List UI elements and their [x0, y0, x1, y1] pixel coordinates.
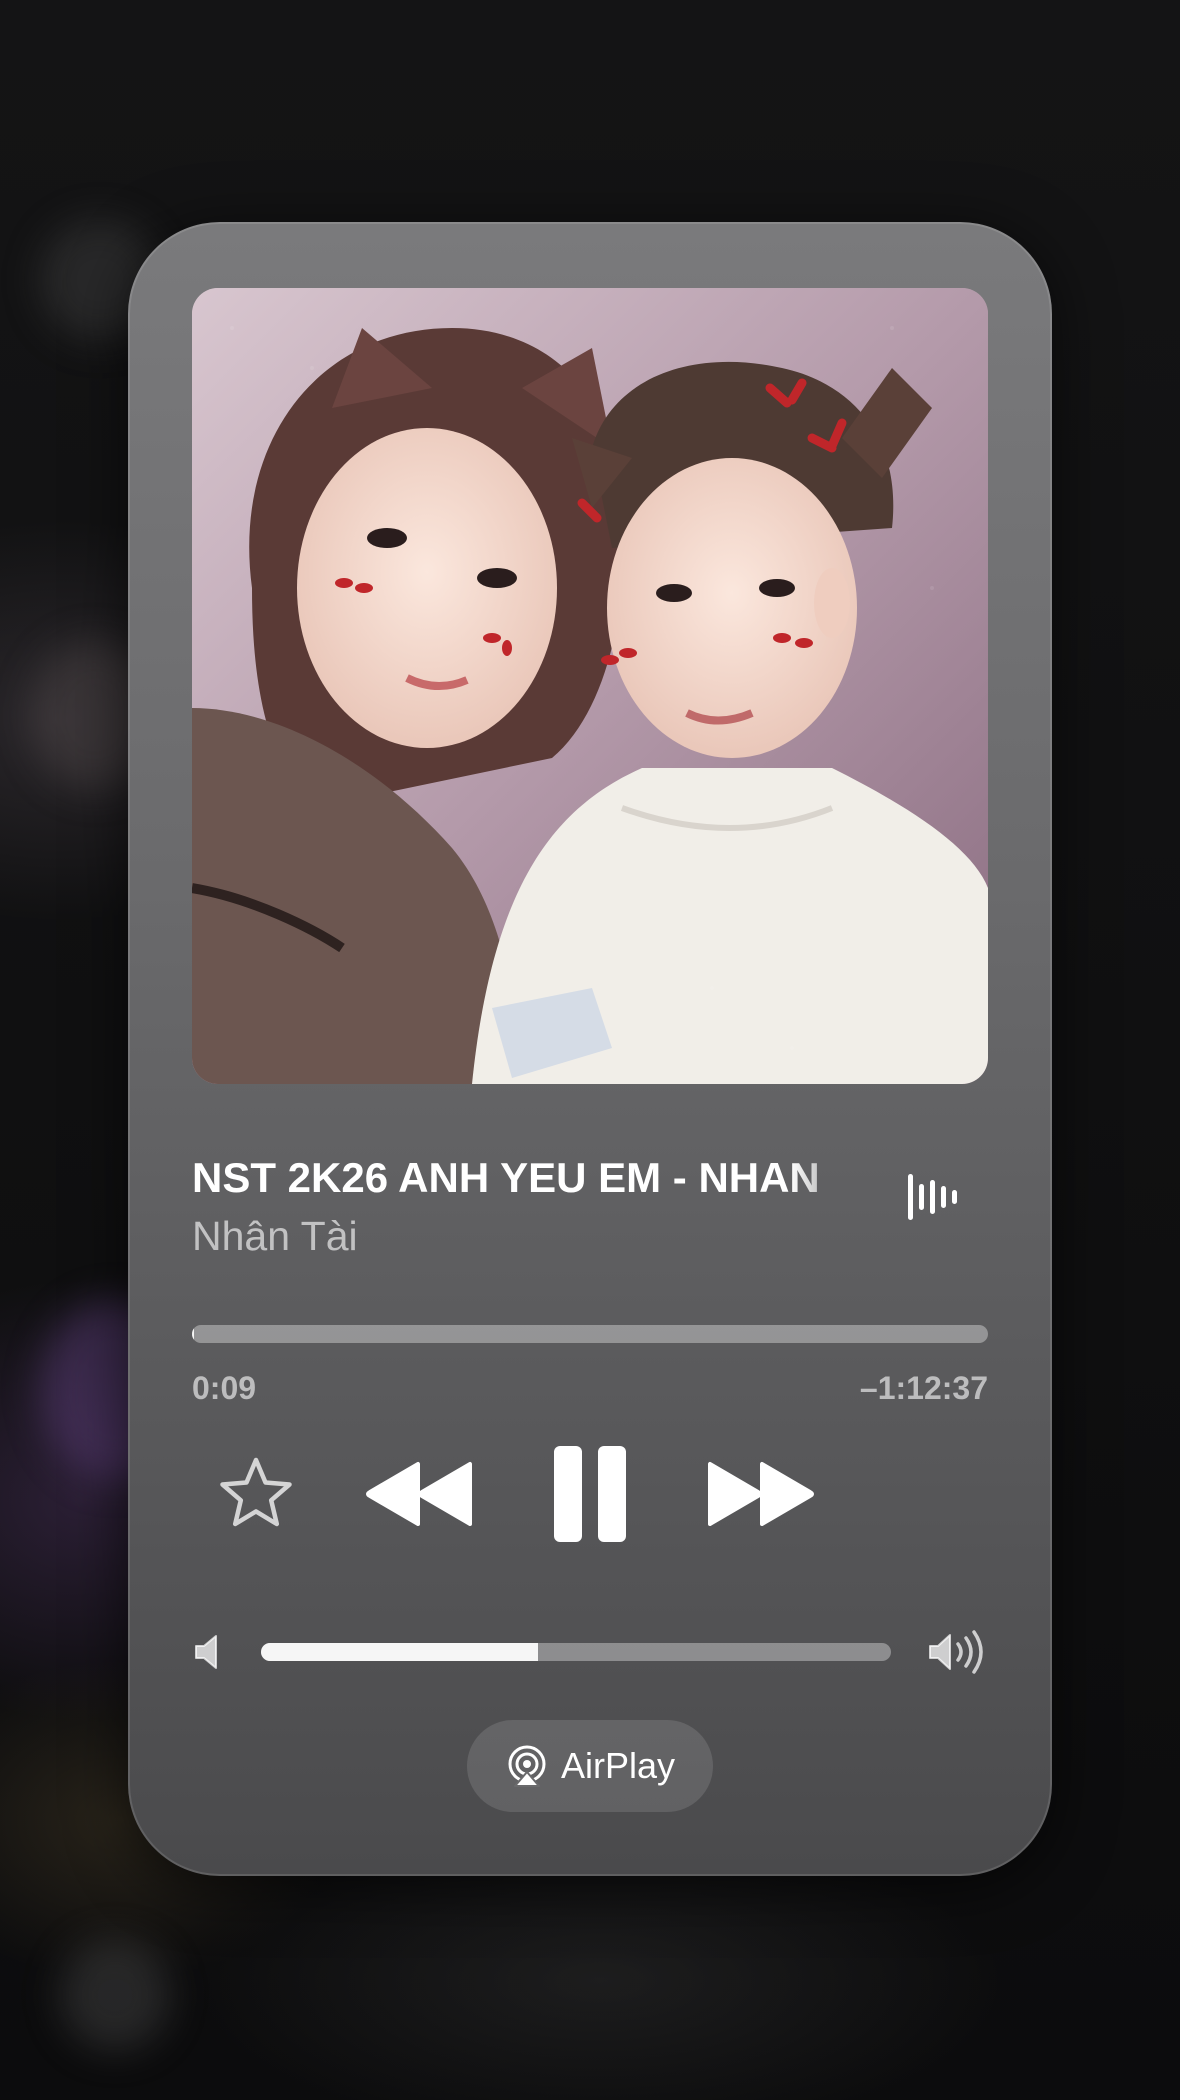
- playback-progress-fill: [192, 1325, 194, 1343]
- speaker-high-icon: [926, 1626, 990, 1678]
- track-artist[interactable]: Nhân Tài: [192, 1210, 358, 1262]
- now-playing-card: NST 2K26 ANH YEU EM - NHAN Nhân Tài 0:09…: [128, 222, 1052, 1876]
- airplay-icon: [508, 1745, 546, 1787]
- fast-forward-icon: [708, 1462, 814, 1526]
- rewind-button[interactable]: [366, 1458, 476, 1530]
- pause-icon: [554, 1446, 626, 1542]
- favorite-star-icon[interactable]: [216, 1454, 296, 1534]
- remaining-time: –1:12:37: [859, 1370, 988, 1406]
- speaker-low-icon: [192, 1630, 232, 1674]
- airplay-label: AirPlay: [560, 1745, 676, 1786]
- volume-slider-fill: [261, 1643, 539, 1661]
- airplay-button[interactable]: AirPlay: [467, 1720, 713, 1812]
- fast-forward-button[interactable]: [704, 1458, 814, 1530]
- album-artwork[interactable]: [192, 288, 988, 1084]
- waveform-icon[interactable]: [900, 1162, 970, 1232]
- volume-slider[interactable]: [261, 1643, 891, 1661]
- background-blur-shape: [60, 1940, 170, 2050]
- track-title: NST 2K26 ANH YEU EM - NHAN: [192, 1154, 820, 1201]
- pause-button[interactable]: [552, 1444, 628, 1544]
- album-artwork-image: [192, 288, 988, 1084]
- playback-progress-bar[interactable]: [192, 1325, 988, 1343]
- rewind-icon: [366, 1462, 472, 1526]
- elapsed-time: 0:09: [192, 1370, 257, 1406]
